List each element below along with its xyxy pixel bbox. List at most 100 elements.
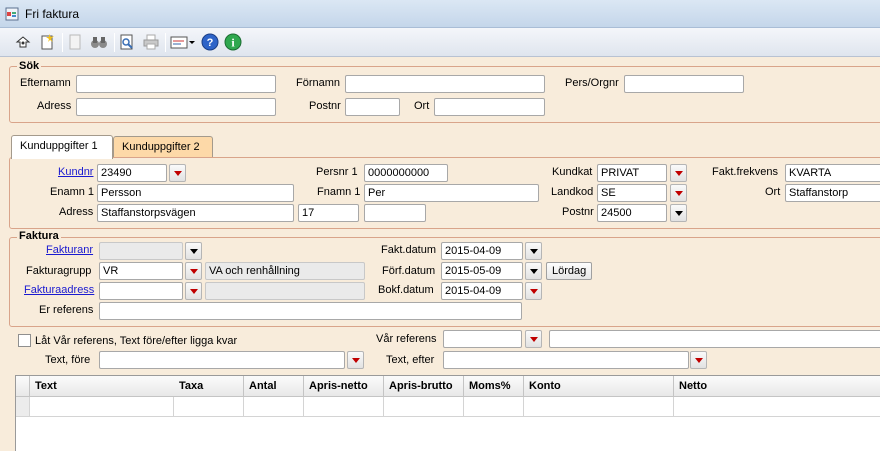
fakturaadress-link[interactable]: Fakturaadress bbox=[24, 284, 94, 296]
key-icon[interactable] bbox=[14, 33, 32, 51]
kund-postnr-dropdown[interactable] bbox=[670, 204, 687, 222]
kund-ort-input[interactable]: Staffanstorp bbox=[785, 184, 880, 202]
fakturanr-input[interactable] bbox=[99, 242, 183, 260]
row-header[interactable] bbox=[16, 397, 30, 417]
column-header-antal[interactable]: Antal bbox=[244, 376, 304, 397]
invoice-lines-grid[interactable]: Text Taxa Antal Apris-netto Apris-brutto… bbox=[15, 375, 880, 451]
erreferens-input[interactable] bbox=[99, 302, 522, 320]
chevron-down-icon bbox=[529, 336, 538, 342]
toolbar-separator bbox=[62, 33, 63, 52]
fakturanr-dropdown[interactable] bbox=[185, 242, 202, 260]
persorgnr-input[interactable] bbox=[624, 75, 744, 93]
landkod-input[interactable]: SE bbox=[597, 184, 667, 202]
column-header-text[interactable]: Text bbox=[30, 376, 188, 397]
fakturaadress-description bbox=[205, 282, 365, 300]
fnamn-input[interactable]: Per bbox=[364, 184, 539, 202]
kund-adress-input[interactable]: Staffanstorpsvägen bbox=[97, 204, 294, 222]
printer-icon[interactable] bbox=[142, 33, 160, 51]
fakturagrupp-input[interactable]: VR bbox=[99, 262, 183, 280]
kundkat-input[interactable]: PRIVAT bbox=[597, 164, 667, 182]
kundkat-dropdown[interactable] bbox=[670, 164, 687, 182]
varreferens-input[interactable] bbox=[443, 330, 522, 348]
ort-input[interactable] bbox=[434, 98, 545, 116]
enamn-input[interactable]: Persson bbox=[97, 184, 294, 202]
adress-input[interactable] bbox=[76, 98, 276, 116]
fornamn-input[interactable] bbox=[345, 75, 545, 93]
grid-cell[interactable] bbox=[524, 397, 674, 417]
efternamn-label: Efternamn bbox=[20, 77, 71, 89]
persnr-input[interactable]: 0000000000 bbox=[364, 164, 448, 182]
form-dropdown-icon[interactable] bbox=[170, 33, 196, 51]
column-header-konto[interactable]: Konto bbox=[524, 376, 674, 397]
fakturagrupp-dropdown[interactable] bbox=[185, 262, 202, 280]
forfdatum-input[interactable]: 2015-05-09 bbox=[441, 262, 523, 280]
grid-cell[interactable] bbox=[244, 397, 304, 417]
title-bar: Fri faktura bbox=[0, 0, 880, 28]
kund-postnr-input[interactable]: 24500 bbox=[597, 204, 667, 222]
kundnr-input[interactable]: 23490 bbox=[97, 164, 167, 182]
enamn-label: Enamn 1 bbox=[50, 186, 95, 198]
keep-references-label: Låt Vår referens, Text före/efter ligga … bbox=[35, 335, 238, 347]
textefter-input[interactable] bbox=[443, 351, 689, 369]
column-header-apris-brutto[interactable]: Apris-brutto bbox=[384, 376, 464, 397]
kund-ort-label: Ort bbox=[765, 186, 781, 198]
fakturaadress-dropdown[interactable] bbox=[185, 282, 202, 300]
grid-cell[interactable] bbox=[674, 397, 880, 417]
fnamn-label: Fnamn 1 bbox=[317, 186, 361, 198]
document-icon[interactable] bbox=[66, 33, 84, 51]
efternamn-input[interactable] bbox=[76, 75, 276, 93]
help-icon[interactable]: ? bbox=[201, 33, 219, 51]
forfdatum-dropdown[interactable] bbox=[525, 262, 542, 280]
postnr-input[interactable] bbox=[345, 98, 400, 116]
faktdatum-label: Fakt.datum bbox=[381, 244, 437, 256]
column-header-taxa[interactable]: Taxa bbox=[174, 376, 244, 397]
column-header-moms[interactable]: Moms% bbox=[464, 376, 524, 397]
kund-postnr-label: Postnr bbox=[562, 206, 594, 218]
bokfdatum-dropdown[interactable] bbox=[525, 282, 542, 300]
tab-kunduppgifter-1[interactable]: Kunduppgifter 1 bbox=[11, 135, 113, 159]
grid-cell[interactable] bbox=[174, 397, 244, 417]
bokfdatum-input[interactable]: 2015-04-09 bbox=[441, 282, 523, 300]
chevron-down-icon bbox=[189, 288, 198, 294]
weekday-button[interactable]: Lördag bbox=[546, 262, 593, 280]
adress-label: Adress bbox=[37, 100, 72, 112]
keep-references-checkbox[interactable] bbox=[18, 334, 31, 347]
landkod-dropdown[interactable] bbox=[670, 184, 687, 202]
chevron-down-icon bbox=[189, 268, 198, 274]
new-icon[interactable] bbox=[38, 33, 56, 51]
chevron-down-icon bbox=[694, 357, 703, 363]
kundnr-link[interactable]: Kundnr bbox=[58, 166, 93, 178]
info-icon[interactable]: i bbox=[224, 33, 242, 51]
faktdatum-input[interactable]: 2015-04-09 bbox=[441, 242, 523, 260]
forfdatum-label: Förf.datum bbox=[382, 265, 436, 277]
grid-cell[interactable] bbox=[30, 397, 174, 417]
grid-cell[interactable] bbox=[304, 397, 384, 417]
fakturagrupp-label: Fakturagrupp bbox=[26, 265, 92, 277]
kund-adress-extra-input[interactable] bbox=[364, 204, 426, 222]
column-header-apris-netto[interactable]: Apris-netto bbox=[304, 376, 384, 397]
faktfrekvens-input[interactable]: KVARTA bbox=[785, 164, 880, 182]
fakturanr-link[interactable]: Fakturanr bbox=[46, 244, 93, 256]
faktfrekvens-label: Fakt.frekvens bbox=[712, 166, 779, 178]
textfore-input[interactable] bbox=[99, 351, 345, 369]
kundkat-label: Kundkat bbox=[552, 166, 593, 178]
varreferens-dropdown[interactable] bbox=[525, 330, 542, 348]
faktdatum-dropdown[interactable] bbox=[525, 242, 542, 260]
chevron-down-icon bbox=[529, 288, 538, 294]
fornamn-label: Förnamn bbox=[296, 77, 341, 89]
textfore-label: Text, före bbox=[45, 354, 91, 366]
chevron-down-icon bbox=[173, 170, 182, 176]
print-preview-icon[interactable] bbox=[118, 33, 136, 51]
textefter-dropdown[interactable] bbox=[690, 351, 707, 369]
varreferens-label: Vår referens bbox=[376, 333, 437, 345]
kund-adress-nr-input[interactable]: 17 bbox=[298, 204, 359, 222]
column-header-netto[interactable]: Netto bbox=[674, 376, 880, 397]
tab-kunduppgifter-2[interactable]: Kunduppgifter 2 bbox=[113, 136, 213, 158]
grid-cell[interactable] bbox=[384, 397, 464, 417]
fakturaadress-input[interactable] bbox=[99, 282, 183, 300]
varreferens-description bbox=[549, 330, 880, 348]
textfore-dropdown[interactable] bbox=[347, 351, 364, 369]
binoculars-icon[interactable] bbox=[90, 33, 108, 51]
grid-cell[interactable] bbox=[464, 397, 524, 417]
kundnr-dropdown[interactable] bbox=[169, 164, 186, 182]
